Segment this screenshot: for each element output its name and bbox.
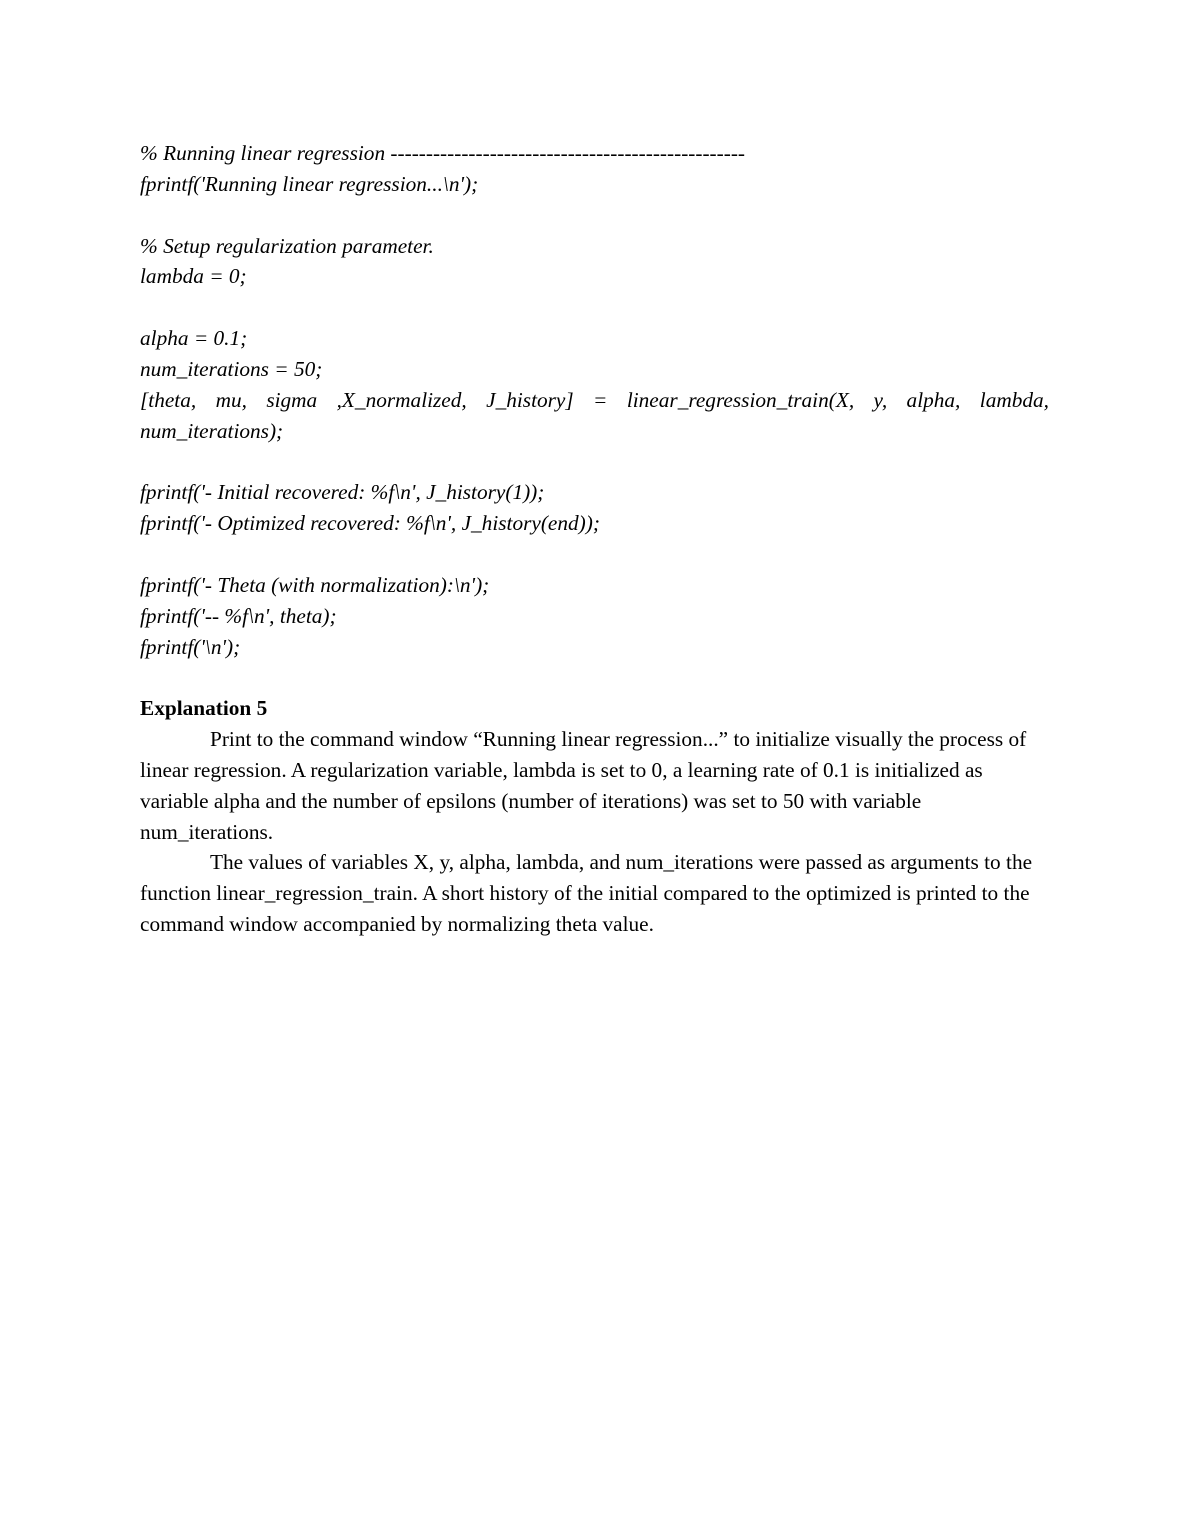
explanation-paragraph: The values of variables X, y, alpha, lam…	[140, 850, 1033, 937]
code-print-optimized-recovered: fprintf('- Optimized recovered: %f\n', J…	[140, 511, 600, 536]
code-print-newline: fprintf('\n');	[140, 634, 241, 659]
code-print-theta-values: fprintf('-- %f\n', theta);	[140, 603, 337, 628]
code-train-call-line-1: [theta, mu, sigma ,X_normalized, J_histo…	[140, 387, 1049, 412]
code-train-call-line-2: num_iterations);	[140, 418, 284, 443]
code-train-call: [theta, mu, sigma ,X_normalized, J_histo…	[140, 385, 1049, 447]
explanation-heading: Explanation 5	[140, 696, 268, 721]
code-print-running: fprintf('Running linear regression...\n'…	[140, 171, 479, 196]
code-lambda-assignment: lambda = 0;	[140, 264, 247, 289]
code-print-initial-recovered: fprintf('- Initial recovered: %f\n', J_h…	[140, 480, 545, 505]
code-print-theta-header: fprintf('- Theta (with normalization):\n…	[140, 572, 490, 597]
code-num-iterations-assignment: num_iterations = 50;	[140, 356, 323, 381]
document-page: % Running linear regression ------------…	[140, 138, 1049, 940]
code-comment-setup-regularization: % Setup regularization parameter.	[140, 233, 434, 258]
explanation-paragraph: Print to the command window “Running lin…	[140, 727, 1027, 844]
code-alpha-assignment: alpha = 0.1;	[140, 326, 248, 351]
code-comment-running-linear-regression: % Running linear regression ------------…	[140, 141, 746, 165]
